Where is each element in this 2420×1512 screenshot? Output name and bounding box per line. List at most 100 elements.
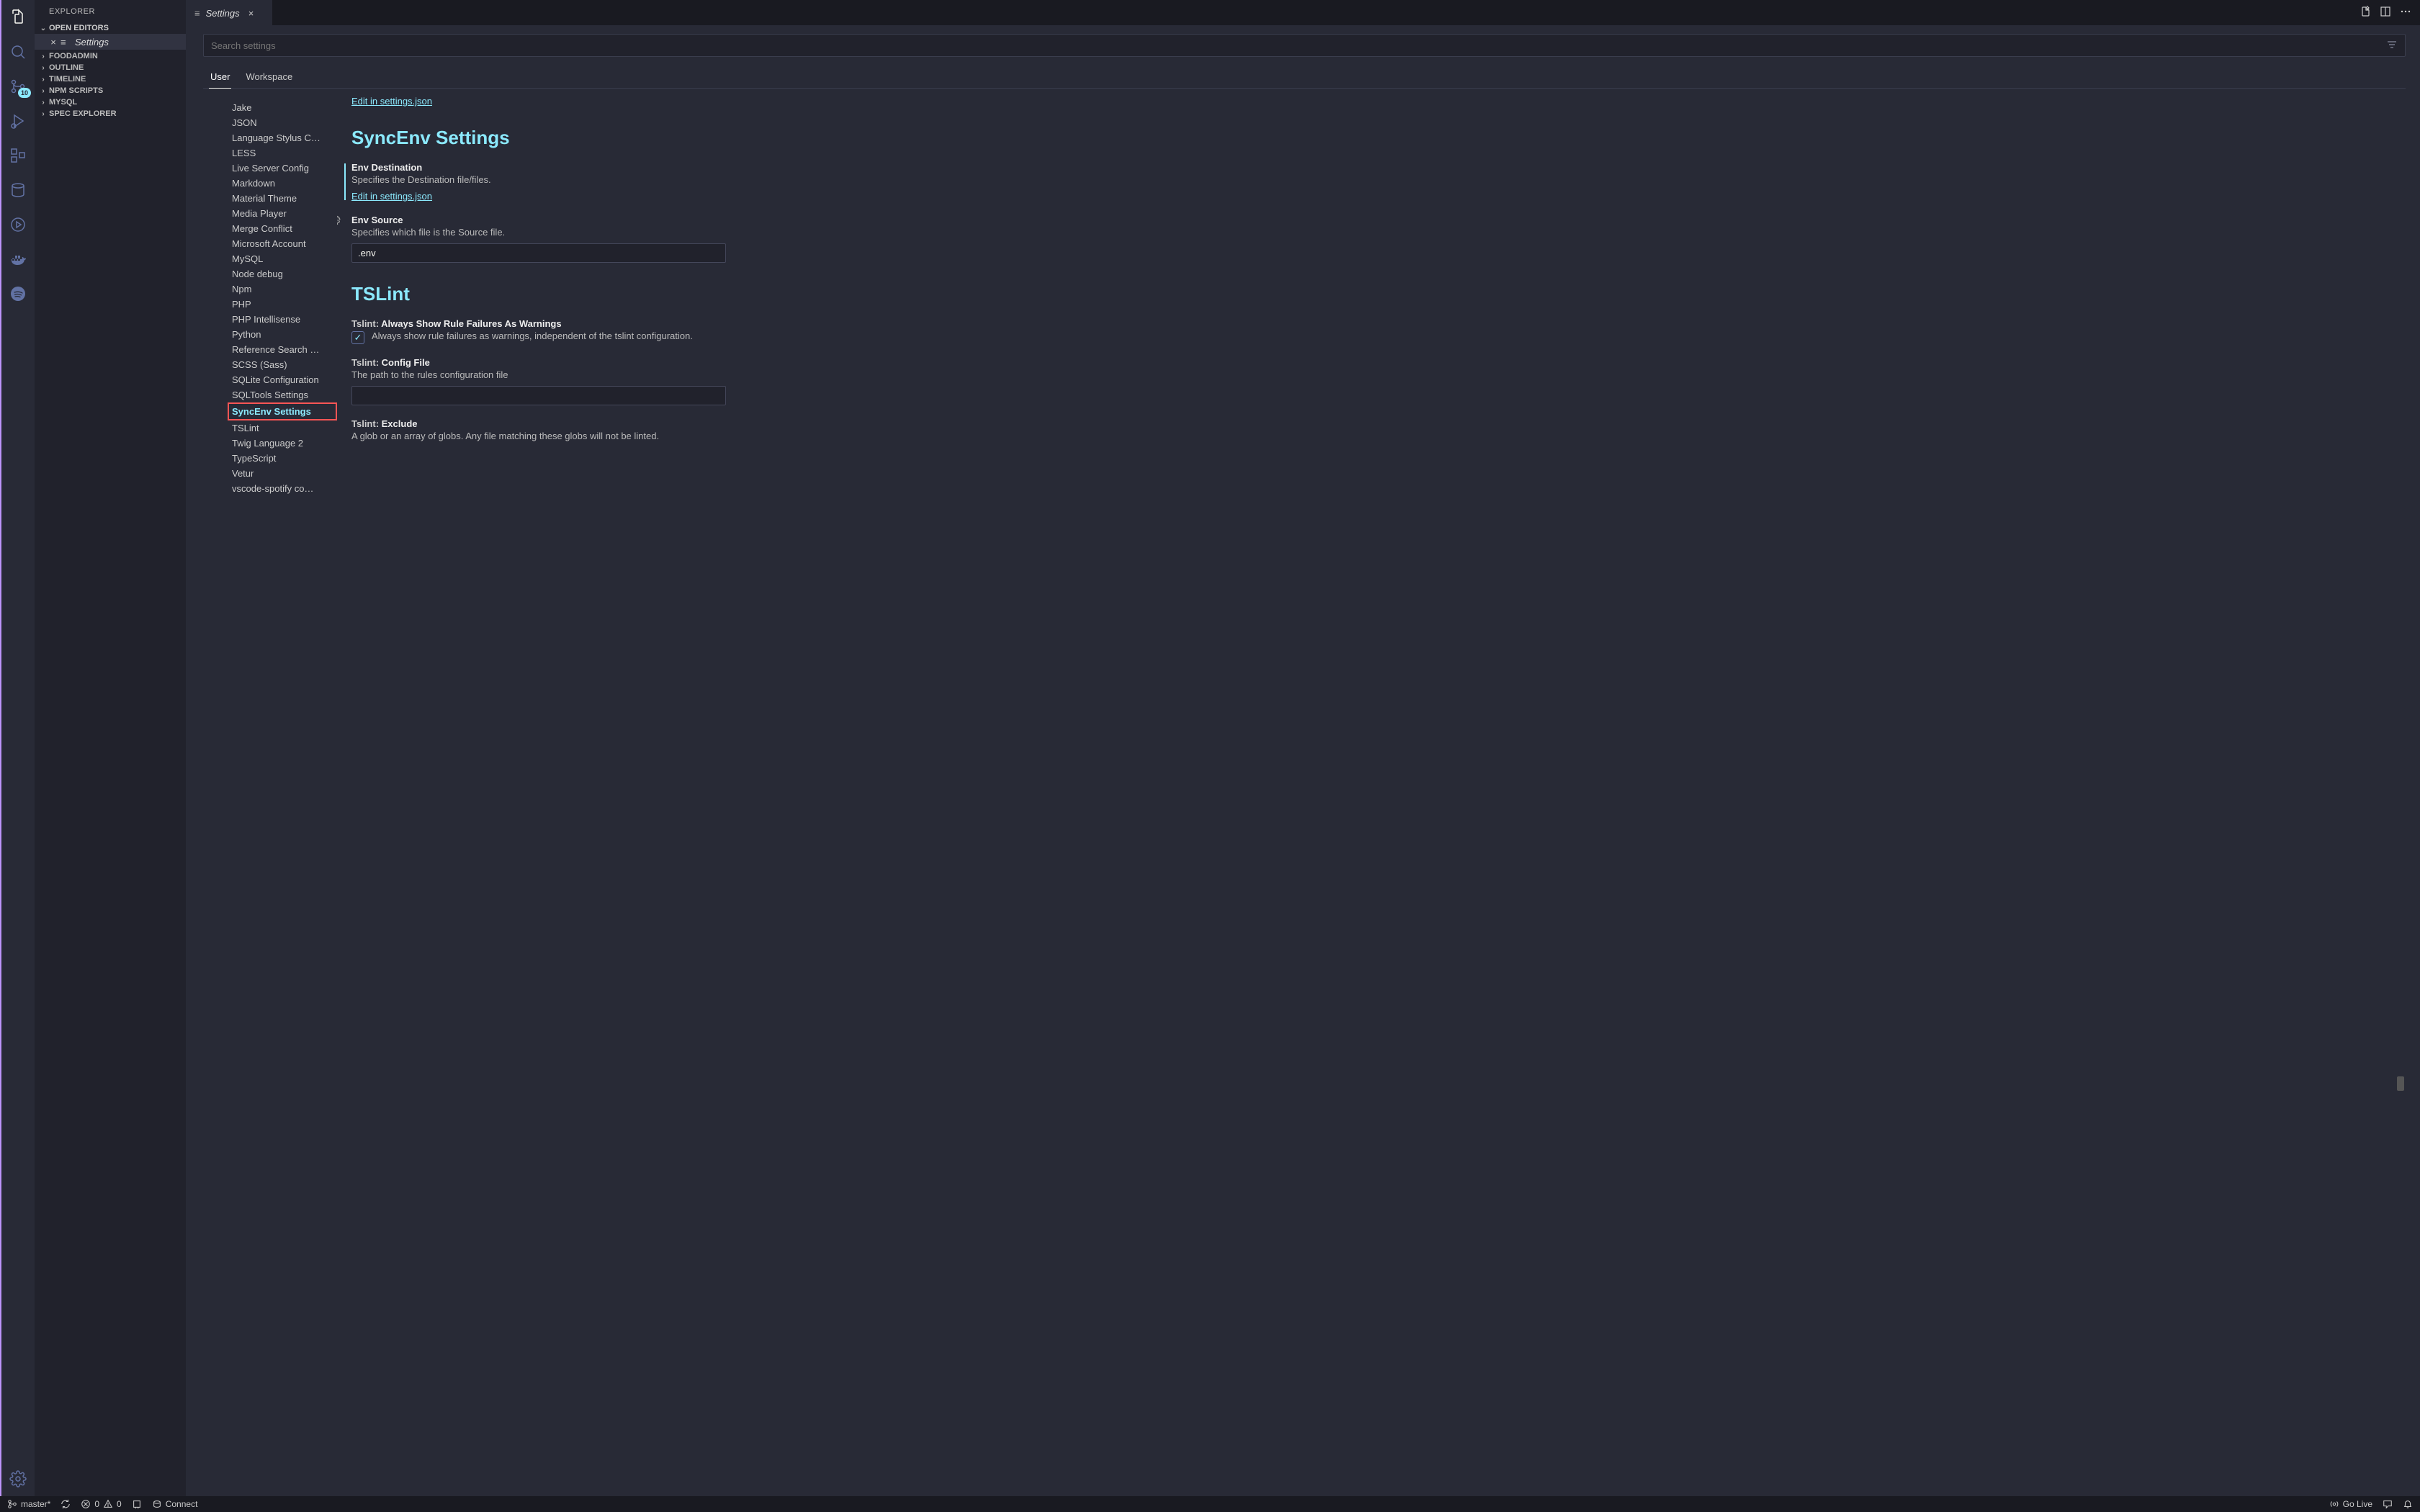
split-editor-icon[interactable] <box>2380 6 2391 19</box>
gear-icon[interactable] <box>337 215 341 228</box>
scrollbar-thumb[interactable] <box>2397 1076 2404 1091</box>
liveshare-icon[interactable] <box>1 207 35 242</box>
errors-count: 0 <box>94 1499 99 1509</box>
setting-label: Always Show Rule Failures As Warnings <box>381 318 561 329</box>
toc-item[interactable]: Media Player <box>232 206 337 221</box>
status-bell-icon[interactable] <box>2403 1499 2413 1509</box>
status-feedback-icon[interactable] <box>2383 1499 2393 1509</box>
more-actions-icon[interactable] <box>2400 6 2411 19</box>
status-golive[interactable]: Go Live <box>2329 1499 2372 1509</box>
explorer-icon[interactable] <box>1 0 35 35</box>
setting-label: Exclude <box>382 418 418 429</box>
env-source-input[interactable] <box>351 243 726 263</box>
close-icon[interactable]: × <box>246 8 257 19</box>
settings-file-icon: ≡ <box>194 8 200 19</box>
toc-item[interactable]: Microsoft Account <box>232 236 337 251</box>
chevron-right-icon: › <box>37 76 49 84</box>
settings-file-icon: ≡ <box>60 37 72 48</box>
toc-item[interactable]: MySQL <box>232 251 337 266</box>
chevron-right-icon: › <box>37 64 49 72</box>
run-debug-icon[interactable] <box>1 104 35 138</box>
tab-settings[interactable]: ≡ Settings × <box>186 0 272 25</box>
connect-label: Connect <box>166 1499 198 1509</box>
toc-item[interactable]: SQLTools Settings <box>232 387 337 402</box>
scope-user[interactable]: User <box>209 66 231 89</box>
toc-item[interactable]: PHP Intellisense <box>232 312 337 327</box>
toc-item[interactable]: Vetur <box>232 466 337 481</box>
toc-item[interactable]: SyncEnv Settings <box>228 402 337 420</box>
extensions-icon[interactable] <box>1 138 35 173</box>
status-port[interactable] <box>132 1499 142 1509</box>
open-editor-label: Settings <box>75 37 109 48</box>
status-branch[interactable]: master* <box>7 1499 50 1509</box>
open-editor-item[interactable]: × ≡ Settings <box>35 34 186 50</box>
toc-item[interactable]: Twig Language 2 <box>232 436 337 451</box>
tslint-config-input[interactable] <box>351 386 726 405</box>
status-sync[interactable] <box>60 1499 71 1509</box>
toc-item[interactable]: Reference Search … <box>232 342 337 357</box>
toc-item[interactable]: Markdown <box>232 176 337 191</box>
chevron-right-icon: › <box>37 87 49 95</box>
sidebar-section-mysql[interactable]: ›MYSQL <box>35 96 186 108</box>
sidebar-section-label: NPM SCRIPTS <box>49 86 103 95</box>
setting-prefix: Tslint: <box>351 418 382 429</box>
scope-workspace[interactable]: Workspace <box>244 66 294 89</box>
search-icon[interactable] <box>1 35 35 69</box>
sidebar-section-foodadmin[interactable]: ›FOODADMIN <box>35 50 186 62</box>
toc-item[interactable]: SQLite Configuration <box>232 372 337 387</box>
activity-bar: 10 <box>0 0 35 1496</box>
setting-prefix: Tslint: <box>351 357 382 368</box>
toc-item[interactable]: Jake <box>232 100 337 115</box>
toc-item[interactable]: Material Theme <box>232 191 337 206</box>
filter-icon[interactable] <box>2386 39 2398 53</box>
sidebar-section-timeline[interactable]: ›TIMELINE <box>35 73 186 85</box>
status-problems[interactable]: 0 0 <box>81 1499 121 1509</box>
toc-item[interactable]: Python <box>232 327 337 342</box>
sidebar-section-label: SPEC EXPLORER <box>49 109 117 118</box>
open-settings-json-icon[interactable] <box>2360 6 2371 19</box>
toc-item[interactable]: Live Server Config <box>232 161 337 176</box>
search-input[interactable] <box>211 40 2386 51</box>
scm-badge: 10 <box>18 88 31 98</box>
open-editors-header[interactable]: ⌄ OPEN EDITORS <box>35 22 186 34</box>
edit-in-settings-json[interactable]: Edit in settings.json <box>351 96 432 107</box>
checkbox[interactable]: ✓ <box>351 331 364 344</box>
toc-item[interactable]: SCSS (Sass) <box>232 357 337 372</box>
source-control-icon[interactable]: 10 <box>1 69 35 104</box>
settings-content: Edit in settings.json SyncEnv Settings E… <box>337 96 2406 1496</box>
edit-in-settings-json[interactable]: Edit in settings.json <box>351 191 432 202</box>
toc-item[interactable]: LESS <box>232 145 337 161</box>
chevron-down-icon: ⌄ <box>37 24 49 32</box>
spotify-icon[interactable] <box>1 276 35 311</box>
sidebar-section-npm-scripts[interactable]: ›NPM SCRIPTS <box>35 85 186 96</box>
toc-item[interactable]: Node debug <box>232 266 337 282</box>
tab-label: Settings <box>206 8 240 19</box>
sidebar-section-label: FOODADMIN <box>49 52 98 60</box>
toc-item[interactable]: Npm <box>232 282 337 297</box>
status-connect[interactable]: Connect <box>152 1499 198 1509</box>
section-title-syncenv: SyncEnv Settings <box>351 127 2391 149</box>
setting-description: The path to the rules configuration file <box>351 369 2391 380</box>
branch-label: master* <box>21 1499 50 1509</box>
toc-item[interactable]: Merge Conflict <box>232 221 337 236</box>
database-icon[interactable] <box>1 173 35 207</box>
setting-env-destination: Env Destination Specifies the Destinatio… <box>351 162 2391 202</box>
golive-label: Go Live <box>2343 1499 2372 1509</box>
settings-gear-icon[interactable] <box>1 1462 35 1496</box>
sidebar-section-outline[interactable]: ›OUTLINE <box>35 62 186 73</box>
close-icon[interactable]: × <box>48 37 59 48</box>
warnings-count: 0 <box>117 1499 122 1509</box>
docker-icon[interactable] <box>1 242 35 276</box>
settings-toc: JakeJSONLanguage Stylus C…LESSLive Serve… <box>203 96 337 1496</box>
toc-item[interactable]: TypeScript <box>232 451 337 466</box>
setting-description: A glob or an array of globs. Any file ma… <box>351 431 2391 441</box>
sidebar-section-label: MYSQL <box>49 98 77 107</box>
toc-item[interactable]: PHP <box>232 297 337 312</box>
toc-item[interactable]: TSLint <box>232 420 337 436</box>
settings-search[interactable] <box>203 34 2406 57</box>
setting-label: Env Source <box>351 215 403 225</box>
sidebar-section-spec-explorer[interactable]: ›SPEC EXPLORER <box>35 108 186 120</box>
toc-item[interactable]: Language Stylus C… <box>232 130 337 145</box>
toc-item[interactable]: JSON <box>232 115 337 130</box>
toc-item[interactable]: vscode-spotify co… <box>232 481 337 496</box>
